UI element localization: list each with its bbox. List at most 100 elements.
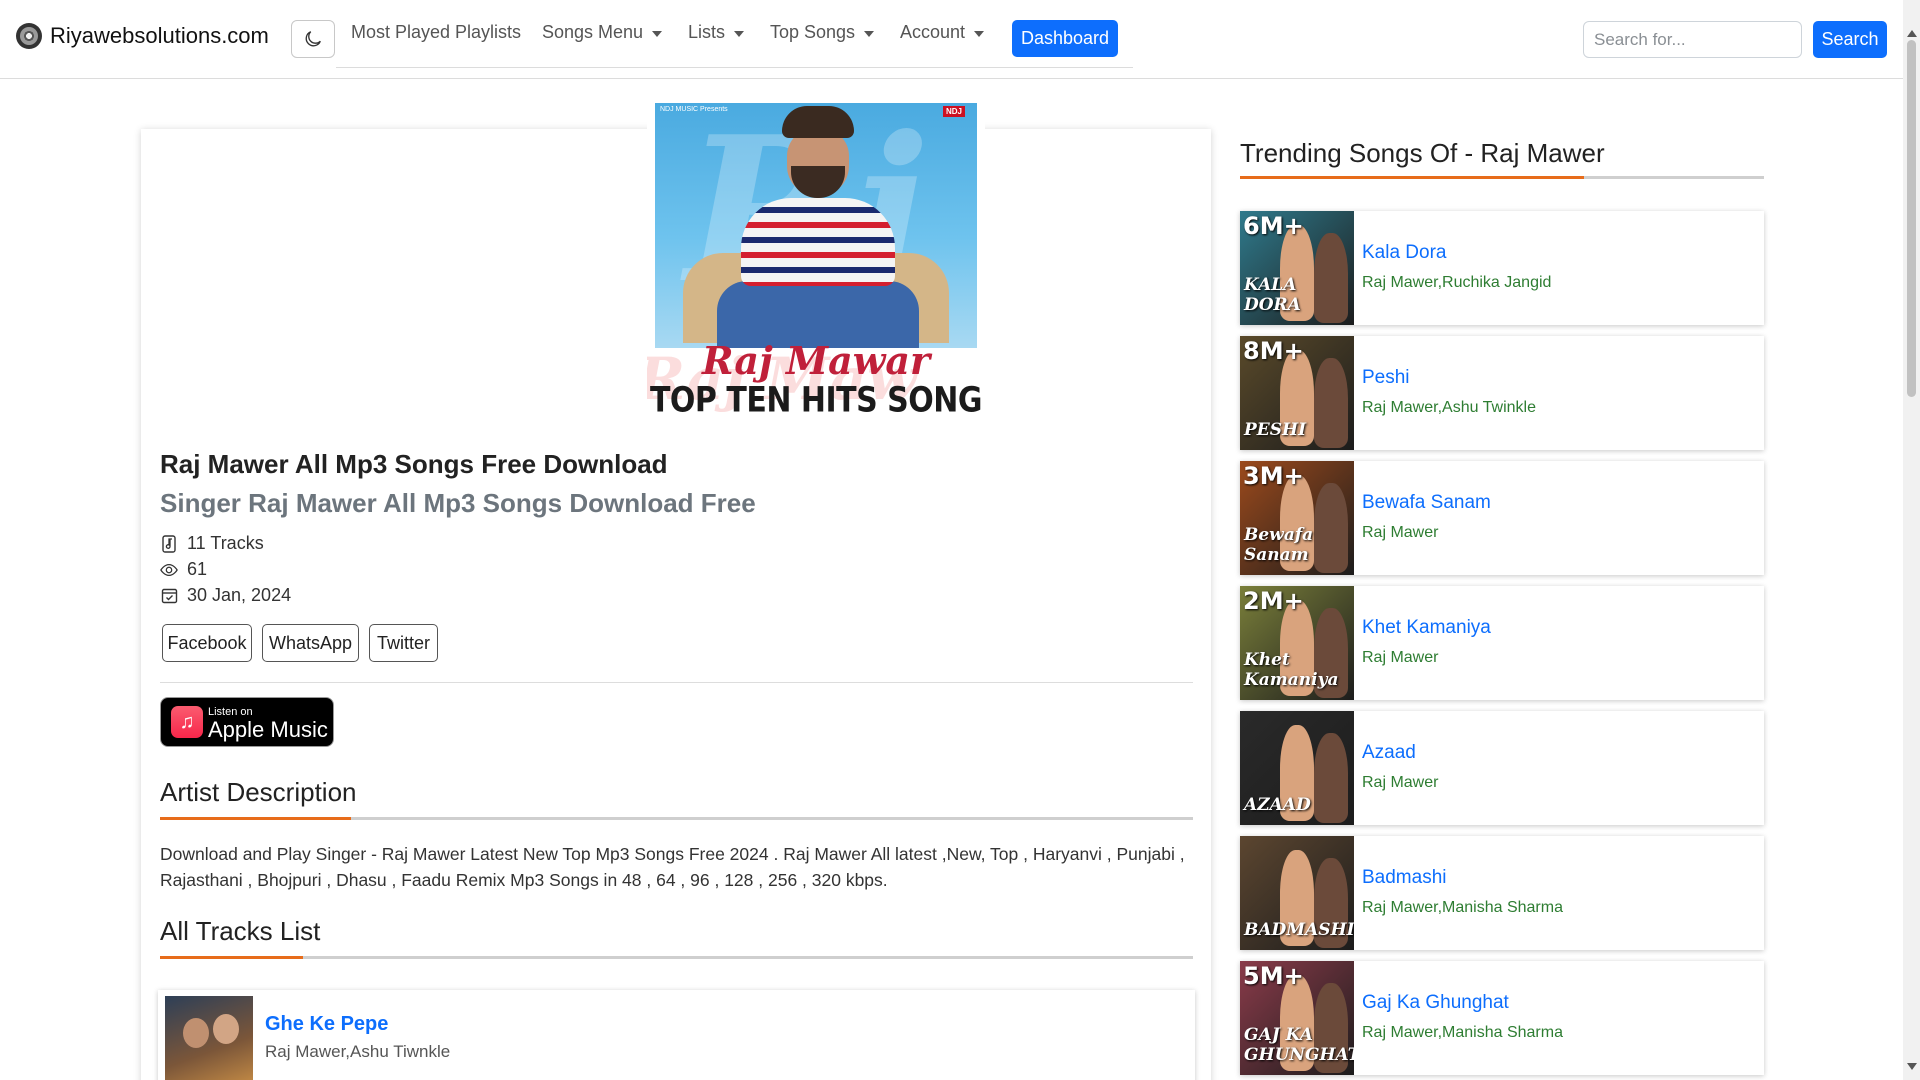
views-value: 8M+ bbox=[1243, 337, 1304, 365]
thumb-title-text: GAJ KA GHUNGHAT bbox=[1244, 1025, 1354, 1065]
page-subtitle: Singer Raj Mawer All Mp3 Songs Download … bbox=[160, 488, 756, 518]
apple-badge-text: Apple Music bbox=[208, 717, 328, 742]
song-title-link[interactable]: Peshi bbox=[1362, 367, 1410, 389]
nav-label: Top Songs bbox=[770, 22, 856, 42]
views-row: 61 bbox=[160, 559, 207, 580]
caret-down-icon bbox=[734, 30, 745, 37]
cover-brand-text: NDJ MUSIC Presents bbox=[660, 106, 728, 113]
theme-toggle-button[interactable] bbox=[291, 20, 335, 58]
trending-song-card[interactable]: AZAAD Azaad Raj Mawer bbox=[1240, 711, 1764, 825]
eye-icon bbox=[160, 561, 178, 579]
trending-song-card[interactable]: Bewafa Sanam 3M+ Bewafa Sanam Raj Mawer bbox=[1240, 461, 1764, 575]
song-title-link[interactable]: Gaj Ka Ghunghat bbox=[1362, 992, 1509, 1014]
thumb-title-text: KALA DORA bbox=[1244, 275, 1301, 315]
heading-underline bbox=[1240, 176, 1764, 179]
thumb-title-text: AZAAD bbox=[1244, 795, 1311, 815]
nav-lists-dropdown[interactable]: Lists bbox=[688, 22, 745, 43]
heading-underline bbox=[160, 817, 1193, 820]
song-thumbnail: BADMASHI bbox=[1240, 836, 1354, 950]
views-value: 6M+ bbox=[1243, 212, 1304, 240]
song-title-link[interactable]: Bewafa Sanam bbox=[1362, 492, 1491, 514]
song-artist: Raj Mawer,Manisha Sharma bbox=[1362, 1024, 1563, 1041]
song-artist: Raj Mawer bbox=[1362, 774, 1439, 791]
cover-striped-sweater bbox=[741, 198, 895, 286]
trending-song-card[interactable]: GAJ KA GHUNGHAT 5M+ Gaj Ka Ghunghat Raj Maw… bbox=[1240, 961, 1764, 1075]
heading-accent bbox=[160, 817, 351, 820]
thumb-person-figure bbox=[1314, 733, 1348, 823]
dashboard-button[interactable]: Dashboard bbox=[1012, 20, 1118, 57]
thumb-person-figure bbox=[1314, 358, 1348, 448]
cover-label-tag: NDJ bbox=[942, 106, 965, 117]
thumb-views-badge: 2M+ bbox=[1243, 587, 1304, 615]
vinyl-logo-icon bbox=[16, 23, 42, 49]
views-value: 2M+ bbox=[1243, 587, 1304, 615]
song-thumbnail: Bewafa Sanam 3M+ bbox=[1240, 461, 1354, 575]
song-thumbnail: KALA DORA 6M+ bbox=[1240, 211, 1354, 325]
nav-most-played-playlists[interactable]: Most Played Playlists bbox=[351, 22, 521, 43]
song-artist: Raj Mawer,Ruchika Jangid bbox=[1362, 274, 1552, 291]
calendar-check-icon bbox=[160, 587, 178, 605]
trending-song-card[interactable]: Khet Kamaniya 2M+ Khet Kamaniya Raj Mawer bbox=[1240, 586, 1764, 700]
nav-account-dropdown[interactable]: Account bbox=[900, 22, 985, 43]
thumb-views-badge: 6M+ bbox=[1243, 212, 1304, 240]
nav-label: Most Played Playlists bbox=[351, 22, 522, 42]
artist-card: Rj NDJ MUSIC Presents NDJ Raj Maw Raj Ma… bbox=[141, 100, 1211, 1080]
artist-description-text: Download and Play Singer - Raj Mawer Lat… bbox=[160, 844, 1185, 890]
cover-photo: Rj NDJ MUSIC Presents NDJ bbox=[655, 103, 977, 348]
views-count: 61 bbox=[187, 559, 208, 579]
share-twitter-button[interactable]: Twitter bbox=[369, 624, 438, 662]
album-cover: Rj NDJ MUSIC Presents NDJ Raj Maw Raj Ma… bbox=[647, 100, 985, 433]
trending-heading: Trending Songs Of - Raj Mawer bbox=[1240, 138, 1605, 168]
cover-hair bbox=[782, 106, 854, 138]
trending-song-card[interactable]: BADMASHI Badmashi Raj Mawer,Manisha Sharma bbox=[1240, 836, 1764, 950]
trending-song-card[interactable]: KALA DORA 6M+ Kala Dora Raj Mawer,Ruchika J… bbox=[1240, 211, 1764, 325]
search-input[interactable] bbox=[1583, 21, 1802, 58]
page-scrollbar[interactable] bbox=[1903, 0, 1920, 1080]
views-value: 3M+ bbox=[1243, 462, 1304, 490]
trending-song-card[interactable]: PESHI 8M+ Peshi Raj Mawer,Ashu Twinkle bbox=[1240, 336, 1764, 450]
brand-link[interactable]: Riyawebsolutions.com bbox=[16, 23, 269, 49]
thumb-views-badge: 5M+ bbox=[1243, 964, 1304, 988]
all-tracks-heading: All Tracks List bbox=[160, 916, 321, 946]
song-thumbnail: GAJ KA GHUNGHAT 5M+ bbox=[1240, 961, 1354, 1075]
section-divider bbox=[160, 682, 1193, 683]
song-title-link[interactable]: Kala Dora bbox=[1362, 242, 1447, 264]
nav-label: Lists bbox=[688, 22, 726, 42]
caret-down-icon bbox=[652, 30, 663, 37]
cover-title: Raj Mawar bbox=[701, 338, 931, 383]
track-title-link[interactable]: Ghe Ke Pepe bbox=[265, 1013, 388, 1036]
tracks-count: 11 Tracks bbox=[187, 533, 264, 553]
scroll-thumb[interactable] bbox=[1907, 40, 1916, 397]
brand-name: Riyawebsolutions.com bbox=[50, 23, 269, 48]
song-artist: Raj Mawer,Manisha Sharma bbox=[1362, 899, 1563, 916]
heading-underline bbox=[160, 956, 1193, 959]
page-title: Raj Mawer All Mp3 Songs Free Download bbox=[160, 449, 668, 479]
nav-top-songs-dropdown[interactable]: Top Songs bbox=[770, 22, 875, 43]
thumb-title-text: PESHI bbox=[1244, 420, 1307, 440]
nav-label: Account bbox=[900, 22, 966, 42]
nav-songs-menu-dropdown[interactable]: Songs Menu bbox=[542, 22, 663, 43]
search-button[interactable]: Search bbox=[1813, 21, 1887, 58]
apple-music-icon: ♫ bbox=[171, 706, 203, 738]
song-title-link[interactable]: Khet Kamaniya bbox=[1362, 617, 1491, 639]
scroll-up-arrow-icon[interactable] bbox=[1907, 30, 1917, 37]
moon-icon bbox=[305, 31, 321, 47]
track-artist: Raj Mawer,Ashu Tiwnkle bbox=[265, 1042, 451, 1061]
share-whatsapp-button[interactable]: WhatsApp bbox=[262, 624, 359, 662]
track-list-item[interactable]: Ghe Ke Pepe Raj Mawer,Ashu Tiwnkle bbox=[158, 990, 1195, 1080]
release-date: 30 Jan, 2024 bbox=[187, 585, 292, 605]
top-navbar: Riyawebsolutions.com Most Played Playlis… bbox=[0, 0, 1903, 79]
apple-music-badge[interactable]: ♫ Listen on Apple Music bbox=[160, 697, 334, 747]
scroll-down-arrow-icon[interactable] bbox=[1907, 1063, 1917, 1070]
song-thumbnail: Khet Kamaniya 2M+ bbox=[1240, 586, 1354, 700]
caret-down-icon bbox=[864, 30, 875, 37]
song-title-link[interactable]: Badmashi bbox=[1362, 867, 1447, 889]
share-facebook-button[interactable]: Facebook bbox=[162, 624, 252, 662]
music-file-icon bbox=[160, 534, 178, 553]
date-row: 30 Jan, 2024 bbox=[160, 585, 291, 606]
thumb-views-badge: 8M+ bbox=[1243, 337, 1304, 365]
song-title-link[interactable]: Azaad bbox=[1362, 742, 1416, 764]
song-thumbnail: PESHI 8M+ bbox=[1240, 336, 1354, 450]
heading-accent bbox=[1240, 176, 1584, 179]
artist-description-heading: Artist Description bbox=[160, 777, 357, 807]
